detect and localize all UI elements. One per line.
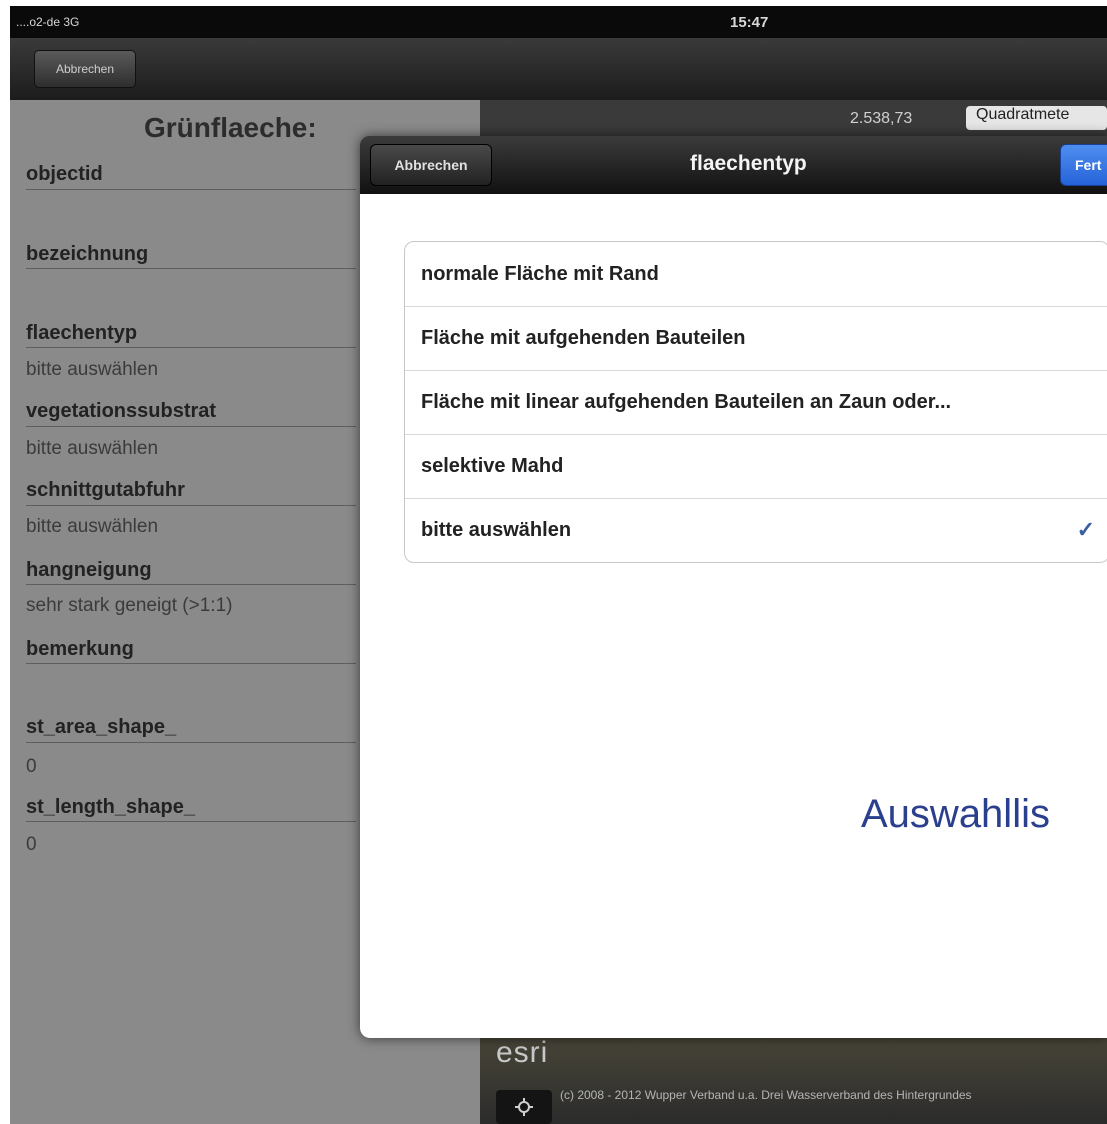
- field-value-hangneigung[interactable]: sehr stark geneigt (>1:1): [26, 595, 232, 617]
- field-divider: [26, 584, 356, 585]
- carrier-label: ....o2-de 3G: [16, 15, 80, 29]
- field-divider: [26, 426, 356, 427]
- option-label: Fläche mit linear aufgehenden Bauteilen …: [421, 391, 952, 413]
- field-label-bezeichnung[interactable]: bezeichnung: [26, 243, 148, 266]
- map-attribution: (c) 2008 - 2012 Wupper Verband u.a. Drei…: [560, 1088, 972, 1102]
- gps-icon[interactable]: [496, 1090, 552, 1124]
- popover-body: normale Fläche mit Rand Fläche mit aufge…: [360, 194, 1107, 1038]
- field-divider: [26, 189, 356, 190]
- field-label-objectid[interactable]: objectid: [26, 163, 103, 186]
- field-divider: [26, 268, 356, 269]
- list-item[interactable]: selektive Mahd: [405, 434, 1107, 498]
- field-divider: [26, 505, 356, 506]
- popover-cancel-button[interactable]: Abbrechen: [370, 144, 492, 186]
- form-title: Grünflaeche:: [144, 112, 317, 143]
- field-divider: [26, 663, 356, 664]
- popover-header: Abbrechen flaechentyp Fert: [360, 136, 1107, 194]
- checkmark-icon: ✓: [1076, 517, 1095, 542]
- navigation-bar: [10, 38, 1107, 101]
- field-label-flaechentyp[interactable]: flaechentyp: [26, 322, 137, 345]
- cancel-button[interactable]: Abbrechen: [34, 50, 136, 88]
- measure-value: 2.538,73: [850, 110, 913, 127]
- popover-done-button[interactable]: Fert: [1060, 144, 1107, 186]
- clock: 15:47: [730, 14, 769, 31]
- list-item-selected[interactable]: bitte auswählen ✓: [405, 498, 1107, 562]
- option-label: selektive Mahd: [421, 455, 564, 477]
- option-label: normale Fläche mit Rand: [421, 262, 659, 285]
- field-label-bemerkung[interactable]: bemerkung: [26, 638, 134, 661]
- list-item[interactable]: Fläche mit aufgehenden Bauteilen: [405, 306, 1107, 370]
- option-label: Fläche mit aufgehenden Bauteilen: [421, 327, 746, 349]
- list-item[interactable]: Fläche mit linear aufgehenden Bauteilen …: [405, 370, 1107, 434]
- field-divider: [26, 821, 356, 822]
- field-value-st-length-shape: 0: [26, 834, 37, 855]
- field-label-hangneigung[interactable]: hangneigung: [26, 559, 152, 582]
- field-divider: [26, 347, 356, 348]
- field-label-vegetationssubstrat[interactable]: vegetationssubstrat: [26, 400, 216, 423]
- caption-overlay: Auswahllis: [835, 776, 1107, 886]
- field-value-st-area-shape: 0: [26, 756, 37, 777]
- status-bar: ....o2-de 3G 15:47: [10, 6, 1107, 38]
- field-label-st-length-shape[interactable]: st_length_shape_: [26, 796, 195, 819]
- esri-logo: esri: [496, 1036, 549, 1069]
- unit-selector-button[interactable]: Quadratmete: [966, 106, 1107, 130]
- field-label-st-area-shape[interactable]: st_area_shape_: [26, 716, 176, 739]
- field-label-schnittgutabfuhr[interactable]: schnittgutabfuhr: [26, 479, 185, 502]
- field-divider: [26, 742, 356, 743]
- field-value-flaechentyp[interactable]: bitte auswählen: [26, 359, 158, 381]
- option-label: bitte auswählen: [421, 519, 572, 541]
- field-value-vegetationssubstrat[interactable]: bitte auswählen: [26, 438, 158, 460]
- popover-title: flaechentyp: [690, 152, 807, 175]
- list-item[interactable]: normale Fläche mit Rand: [405, 242, 1107, 306]
- option-list: normale Fläche mit Rand Fläche mit aufge…: [404, 241, 1107, 563]
- caption-text: Auswahllis: [861, 792, 1050, 836]
- picker-popover: Abbrechen flaechentyp Fert normale Fläch…: [360, 136, 1107, 1038]
- field-value-schnittgutabfuhr[interactable]: bitte auswählen: [26, 516, 158, 538]
